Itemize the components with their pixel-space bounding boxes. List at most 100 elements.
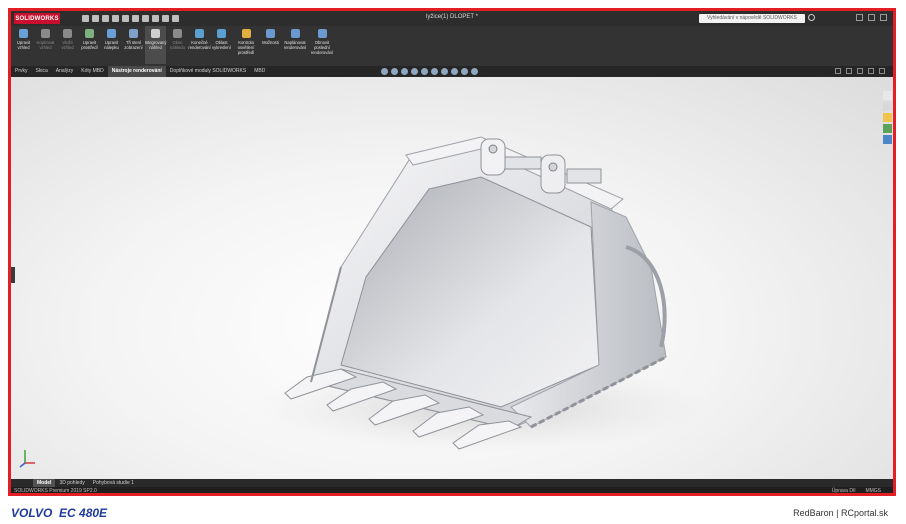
- bucket-model-render: [251, 136, 711, 452]
- tab-0[interactable]: Prvky: [11, 66, 32, 77]
- tile-view-icon[interactable]: [846, 68, 852, 74]
- ribbon-button-label: Tři stení zobrazení: [124, 40, 143, 50]
- apply-scene-icon[interactable]: [461, 68, 468, 75]
- undo-icon[interactable]: [132, 15, 139, 22]
- decal-icon: [107, 29, 116, 38]
- 3d-view-icon: [129, 29, 138, 38]
- ribbon-button-label: Upravit vzhled: [16, 40, 31, 50]
- split-view-icon[interactable]: [835, 68, 841, 74]
- file-explorer-icon[interactable]: [883, 113, 892, 122]
- ribbon-button-label: Naplánovat renderování: [283, 40, 307, 50]
- view-settings-icon[interactable]: [471, 68, 478, 75]
- tab-1[interactable]: Skica: [32, 66, 52, 77]
- quick-access-toolbar: [82, 15, 179, 22]
- tab-5[interactable]: Doplňkové moduly SOLIDWORKS: [166, 66, 250, 77]
- appearance-icon: [19, 29, 28, 38]
- ribbon-button-10[interactable]: Kontrola osvětlení prostředí: [233, 26, 259, 64]
- viewport-close-icon[interactable]: [879, 68, 885, 74]
- ribbon-button-label: Konečné renderování: [188, 40, 211, 50]
- ribbon-button-4[interactable]: Upravit nálepku: [101, 26, 122, 64]
- file-properties-icon[interactable]: [162, 15, 169, 22]
- viewport-controls: [835, 68, 885, 74]
- integrated-preview-icon: [151, 29, 160, 38]
- schedule-render-icon: [290, 29, 300, 38]
- ribbon-button-11[interactable]: Možnosti: [260, 26, 281, 64]
- unit-system-selector[interactable]: MMGS: [865, 488, 881, 493]
- ribbon-button-13[interactable]: Obnovit poslední renderování: [309, 26, 335, 64]
- ribbon-button-2[interactable]: Vložit vzhled: [57, 26, 78, 64]
- paste-appearance-icon: [63, 29, 72, 38]
- ribbon-button-6[interactable]: Integrovaný náhled: [145, 26, 166, 64]
- save-icon[interactable]: [112, 15, 119, 22]
- appearances-icon[interactable]: [883, 135, 892, 144]
- open-icon[interactable]: [102, 15, 109, 22]
- ribbon-button-label: Kopírovat vzhled: [36, 40, 55, 50]
- window-controls: [856, 14, 887, 21]
- rebuild-icon[interactable]: [152, 15, 159, 22]
- ribbon-button-9[interactable]: Oblast vykreslení: [211, 26, 232, 64]
- ribbon-button-5[interactable]: Tři stení zobrazení: [123, 26, 144, 64]
- caption-model-name: VOLVO EC 480E: [11, 506, 108, 520]
- section-view-icon[interactable]: [411, 68, 418, 75]
- home-icon[interactable]: [82, 15, 89, 22]
- zoom-to-fit-icon[interactable]: [381, 68, 388, 75]
- ribbon-button-12[interactable]: Naplánovat renderování: [282, 26, 308, 64]
- ribbon-button-label: Oblast vykreslení: [212, 40, 231, 50]
- screenshot-frame: SOLIDWORKS lyžice(1) DLOPET * Vyhledáván…: [8, 8, 896, 496]
- tab-2[interactable]: Analýzy: [52, 66, 78, 77]
- design-library-icon[interactable]: [883, 102, 892, 111]
- status-mode: Úprava Díl: [831, 488, 856, 494]
- viewport-minimize-icon[interactable]: [857, 68, 863, 74]
- search-icon[interactable]: [808, 14, 815, 21]
- new-document-icon[interactable]: [92, 15, 99, 22]
- ribbon-button-7[interactable]: Okno náhledu: [167, 26, 188, 64]
- view-palette-icon[interactable]: [883, 124, 892, 133]
- ribbon-button-1[interactable]: Kopírovat vzhled: [35, 26, 56, 64]
- view-orientation-icon[interactable]: [421, 68, 428, 75]
- bottom-tab-1[interactable]: 3D pohledy: [55, 479, 88, 487]
- recall-render-icon: [317, 29, 327, 38]
- ribbon-button-0[interactable]: Upravit vzhled: [13, 26, 34, 64]
- title-bar: SOLIDWORKS lyžice(1) DLOPET * Vyhledáván…: [11, 11, 893, 26]
- final-render-icon: [195, 29, 204, 38]
- solidworks-logo[interactable]: SOLIDWORKS: [14, 13, 60, 24]
- previous-view-icon[interactable]: [401, 68, 408, 75]
- ribbon-button-label: Obnovit poslední renderování: [310, 40, 334, 55]
- heads-up-view-toolbar: [381, 68, 478, 75]
- minimize-icon[interactable]: [856, 14, 863, 21]
- document-title: lyžice(1) DLOPET *: [426, 14, 478, 20]
- ribbon-button-label: Možnosti: [262, 40, 279, 45]
- resources-icon[interactable]: [883, 91, 892, 100]
- display-style-icon[interactable]: [431, 68, 438, 75]
- ribbon-button-label: Upravit nálepku: [104, 40, 119, 50]
- edit-appearance-icon[interactable]: [451, 68, 458, 75]
- scene-icon: [85, 29, 94, 38]
- model-tabs: Model 3D pohledy Pohybová studie 1: [11, 479, 893, 487]
- graphics-area[interactable]: [11, 77, 893, 479]
- ribbon-button-label: Okno náhledu: [170, 40, 185, 50]
- bottom-tab-0[interactable]: Model: [33, 479, 56, 487]
- ribbon-button-label: Vložit vzhled: [61, 40, 74, 50]
- tab-3[interactable]: Kóty MBD: [77, 66, 108, 77]
- options-gear-icon[interactable]: [172, 15, 179, 22]
- select-icon[interactable]: [142, 15, 149, 22]
- ribbon-button-label: Kontrola osvětlení prostředí: [237, 40, 255, 55]
- hide-show-icon[interactable]: [441, 68, 448, 75]
- caption-credit: RedBaron | RCportal.sk: [793, 508, 888, 518]
- bottom-tab-2[interactable]: Pohybová studie 1: [89, 479, 138, 487]
- status-version: SOLIDWORKS Premium 2019 SP2.0: [14, 488, 97, 494]
- zoom-area-icon[interactable]: [391, 68, 398, 75]
- render-region-icon: [217, 29, 226, 38]
- ribbon-button-8[interactable]: Konečné renderování: [188, 26, 211, 64]
- ribbon-button-label: Integrovaný náhled: [144, 40, 167, 50]
- tab-4[interactable]: Nástroje renderování: [107, 66, 166, 77]
- help-search-input[interactable]: Vyhledávání v nápovědě SOLIDWORKS: [699, 14, 805, 23]
- viewport-restore-icon[interactable]: [868, 68, 874, 74]
- close-icon[interactable]: [880, 14, 887, 21]
- maximize-icon[interactable]: [868, 14, 875, 21]
- print-icon[interactable]: [122, 15, 129, 22]
- task-pane: [883, 91, 893, 144]
- preview-window-icon: [173, 29, 182, 38]
- tab-6[interactable]: MBD: [250, 66, 269, 77]
- ribbon-button-3[interactable]: Upravit prostředí: [79, 26, 100, 64]
